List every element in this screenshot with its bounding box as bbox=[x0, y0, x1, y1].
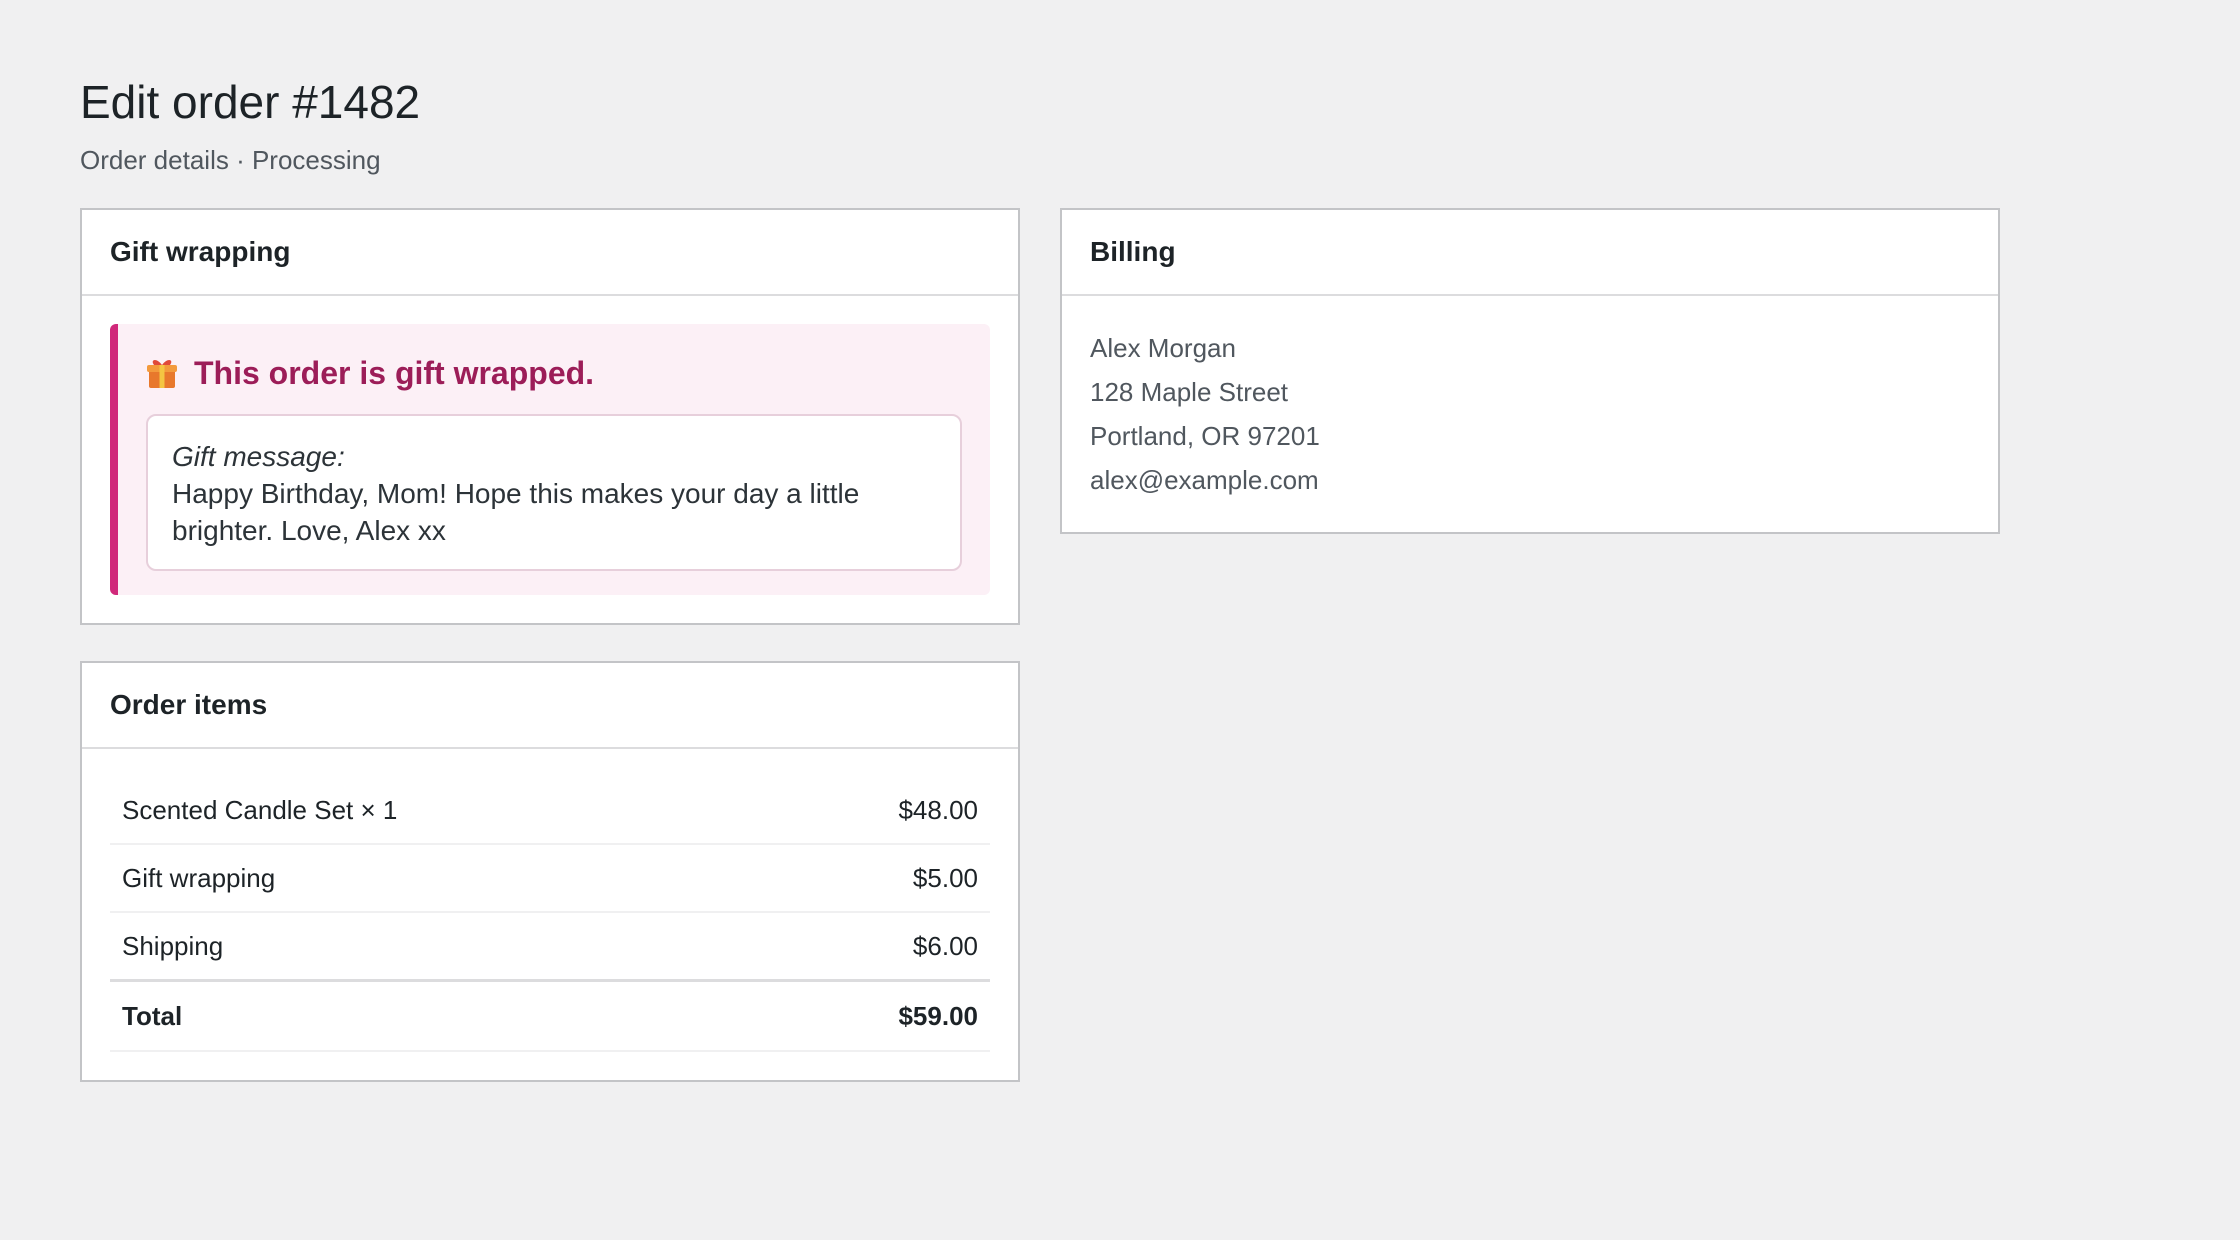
gift-title-text: This order is gift wrapped. bbox=[194, 355, 595, 391]
gift-wrapping-card: Gift wrapping This order is gift wrapped… bbox=[80, 208, 1020, 625]
page-subtitle: Order details · Processing bbox=[80, 145, 381, 175]
item-amount: $5.00 bbox=[763, 844, 990, 913]
gift-wrapping-card-body: This order is gift wrapped. Gift message… bbox=[82, 296, 1018, 623]
billing-email[interactable]: alex@example.com bbox=[1090, 458, 1970, 502]
gift-callout: This order is gift wrapped. Gift message… bbox=[110, 324, 990, 595]
billing-card: Billing Alex Morgan 128 Maple Street Por… bbox=[1060, 208, 2000, 534]
page-title: Edit order #1482 bbox=[80, 76, 421, 128]
right-column: Billing Alex Morgan 128 Maple Street Por… bbox=[1060, 208, 2000, 570]
billing-street: 128 Maple Street bbox=[1090, 377, 1289, 407]
gift-message-box: Gift message: Happy Birthday, Mom! Hope … bbox=[146, 414, 962, 571]
billing-city: Portland, OR 97201 bbox=[1090, 421, 1320, 451]
item-amount: $6.00 bbox=[763, 912, 990, 982]
table-row: Gift wrapping $5.00 bbox=[110, 844, 990, 913]
gift-wrapping-card-header: Gift wrapping bbox=[82, 210, 1018, 296]
gift-icon bbox=[146, 356, 178, 390]
item-label: Gift wrapping bbox=[110, 844, 764, 913]
order-items-card-header: Order items bbox=[82, 663, 1018, 749]
order-edit-page: Edit order #1482 Order details · Process… bbox=[80, 68, 2040, 1082]
billing-card-header: Billing bbox=[1062, 210, 1998, 296]
table-row: Scented Candle Set × 1 $48.00 bbox=[110, 777, 990, 845]
billing-name: Alex Morgan bbox=[1090, 333, 1236, 363]
item-label: Scented Candle Set × 1 bbox=[110, 777, 764, 845]
total-row: Total $59.00 bbox=[110, 979, 990, 1052]
order-items-card: Order items Scented Candle Set × 1 $48.0… bbox=[80, 661, 1020, 1082]
gift-message-text: Happy Birthday, Mom! Hope this makes you… bbox=[172, 478, 860, 546]
gift-message-label: Gift message: bbox=[172, 441, 345, 472]
total-amount: $59.00 bbox=[763, 979, 990, 1052]
order-items-card-body: Scented Candle Set × 1 $48.00 Gift wrapp… bbox=[82, 749, 1018, 1080]
item-label: Shipping bbox=[110, 912, 764, 982]
item-amount: $48.00 bbox=[763, 777, 990, 845]
left-column: Gift wrapping This order is gift wrapped… bbox=[80, 208, 1020, 1118]
order-items-table: Scented Candle Set × 1 $48.00 Gift wrapp… bbox=[110, 777, 990, 1052]
total-label: Total bbox=[110, 979, 764, 1052]
gift-title: This order is gift wrapped. bbox=[146, 350, 962, 396]
table-row: Shipping $6.00 bbox=[110, 912, 990, 982]
billing-address: Alex Morgan 128 Maple Street Portland, O… bbox=[1062, 296, 1998, 532]
